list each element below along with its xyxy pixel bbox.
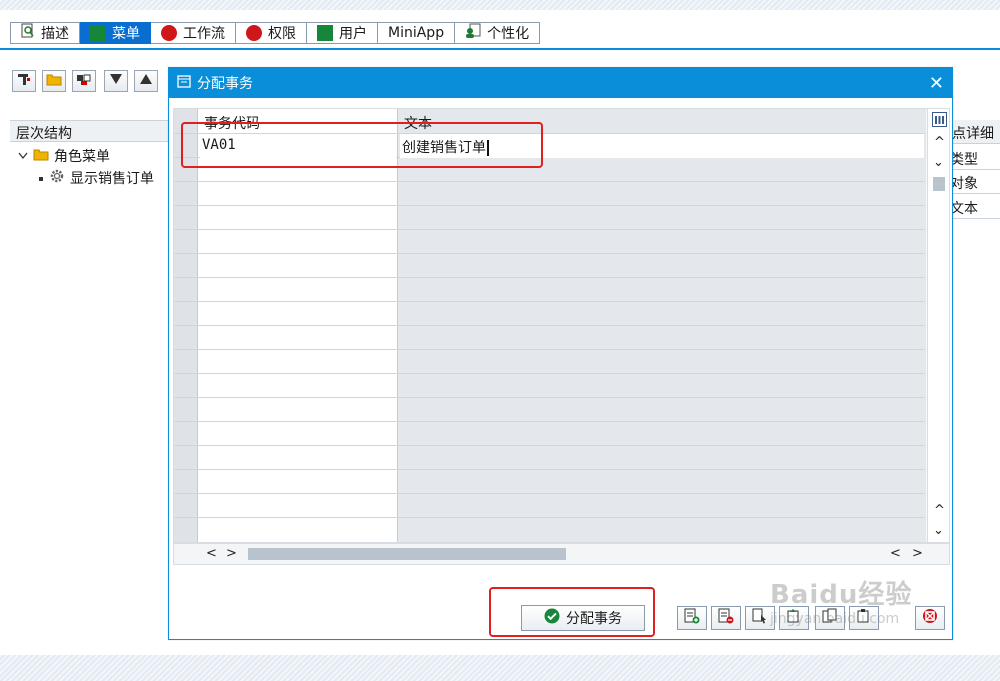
tab-menu[interactable]: 菜单 [80, 22, 151, 44]
delete-row-icon [718, 608, 734, 628]
top-hatch [0, 0, 1000, 10]
move-up-button[interactable] [134, 70, 158, 92]
highlight-row-box [181, 122, 543, 168]
dialog-window-icon [177, 74, 191, 92]
cancel-button[interactable] [915, 606, 945, 630]
row-divider [174, 229, 925, 230]
tab-label: 个性化 [487, 26, 530, 42]
tree-root-node[interactable]: 角色菜单 [18, 146, 110, 166]
column-settings-icon[interactable] [932, 112, 947, 131]
assign-button-label: 分配事务 [566, 611, 622, 627]
transaction-button[interactable] [12, 70, 36, 92]
tab-description[interactable]: 描述 [10, 22, 80, 44]
horizontal-scrollbar[interactable]: < > < > [173, 543, 950, 565]
watermark-logo-text: Baidu经验 [770, 580, 913, 610]
row-divider [174, 445, 925, 446]
triangle-up-icon [139, 73, 153, 89]
tab-label: 工作流 [183, 26, 225, 42]
triangle-down-icon [109, 73, 123, 89]
tab-label: 用户 [339, 26, 367, 42]
chevron-down-icon[interactable] [18, 148, 28, 164]
chevron-up-icon[interactable]: ^ [934, 503, 945, 518]
row-divider [174, 205, 925, 206]
tree-child-label: 显示销售订单 [70, 171, 154, 187]
tab-workflow[interactable]: 工作流 [151, 22, 236, 44]
bullet-icon [38, 170, 44, 186]
tab-label: 菜单 [112, 26, 140, 42]
detail-row-text: 文本 [950, 195, 1000, 219]
open-folder-icon [33, 148, 49, 165]
green-square-icon [90, 25, 106, 41]
dialog-title: 分配事务 [197, 76, 253, 92]
select-block-icon [752, 608, 768, 628]
gear-icon [49, 168, 65, 188]
hierarchy-header: 层次结构 [10, 120, 180, 142]
dialog-titlebar: 分配事务 ✕ [169, 68, 952, 98]
green-square-icon [317, 25, 333, 41]
chevron-up-icon[interactable]: ^ [934, 135, 945, 150]
assign-transaction-button[interactable]: 分配事务 [521, 605, 645, 631]
vertical-scroll-thumb[interactable] [933, 177, 945, 191]
hierarchy-title: 层次结构 [16, 126, 72, 142]
detail-row-object: 对象 [950, 170, 1000, 194]
tree-root-label: 角色菜单 [54, 149, 110, 165]
tab-authorization[interactable]: 权限 [236, 22, 307, 44]
watermark: Baidu经验 jingyan.baidu.com [770, 574, 912, 627]
cancel-icon [922, 608, 938, 628]
row-divider [174, 277, 925, 278]
row-divider [174, 325, 925, 326]
row-divider [174, 181, 925, 182]
row-divider [174, 253, 925, 254]
red-dot-icon [161, 25, 177, 41]
magnifier-doc-icon [21, 23, 35, 43]
chevron-left-icon[interactable]: < [206, 546, 217, 561]
tab-users[interactable]: 用户 [307, 22, 378, 44]
chevron-right-icon[interactable]: > [912, 546, 923, 561]
insert-row-icon [684, 608, 700, 628]
row-divider [174, 421, 925, 422]
detail-label: 类型 [950, 152, 978, 168]
row-divider [174, 301, 925, 302]
chevron-right-icon[interactable]: > [226, 546, 237, 561]
folder-button[interactable] [42, 70, 66, 92]
row-divider [174, 469, 925, 470]
chevron-down-icon[interactable]: ⌄ [933, 523, 944, 538]
check-circle-icon [544, 608, 560, 628]
horizontal-scroll-thumb[interactable] [248, 548, 566, 560]
delete-row-button[interactable] [711, 606, 741, 630]
chevron-down-icon[interactable]: ⌄ [933, 155, 944, 170]
row-divider [174, 517, 925, 518]
vertical-scrollbar[interactable]: ^ ⌄ ^ ⌄ [927, 109, 949, 542]
row-divider [174, 349, 925, 350]
tab-label: 描述 [41, 26, 69, 42]
folder-icon [46, 73, 62, 90]
tab-bar: 描述 菜单 工作流 权限 用户 MiniApp 个性化 [10, 22, 541, 44]
tab-underline [0, 48, 1000, 50]
tree-child-node[interactable]: 显示销售订单 [38, 168, 154, 188]
transaction-icon [17, 72, 31, 90]
chevron-left-icon[interactable]: < [890, 546, 901, 561]
tab-label: 权限 [268, 26, 296, 42]
detail-row-type: 类型 [950, 146, 1000, 170]
insert-row-button[interactable] [677, 606, 707, 630]
transaction-table: 事务代码 文本 VA01 创建销售订单 ^ ⌄ ^ ⌄ [173, 108, 950, 543]
row-divider [174, 397, 925, 398]
puzzle-icon [76, 72, 92, 90]
detail-label: 文本 [950, 201, 978, 217]
tab-label: MiniApp [388, 25, 445, 41]
tab-personalization[interactable]: 个性化 [455, 22, 541, 44]
detail-label: 对象 [950, 176, 978, 192]
other-objects-button[interactable] [72, 70, 96, 92]
person-doc-icon [465, 23, 481, 43]
row-divider [174, 493, 925, 494]
red-dot-icon [246, 25, 262, 41]
assign-transaction-dialog: 分配事务 ✕ 事务代码 文本 VA01 创建销售订单 ^ ⌄ ^ ⌄ < > <… [168, 67, 953, 640]
tab-miniapp[interactable]: MiniApp [378, 22, 456, 44]
move-down-button[interactable] [104, 70, 128, 92]
close-icon[interactable]: ✕ [929, 73, 944, 94]
watermark-url: jingyan.baidu.com [770, 611, 900, 627]
bottom-hatch [0, 655, 1000, 681]
row-divider [174, 373, 925, 374]
